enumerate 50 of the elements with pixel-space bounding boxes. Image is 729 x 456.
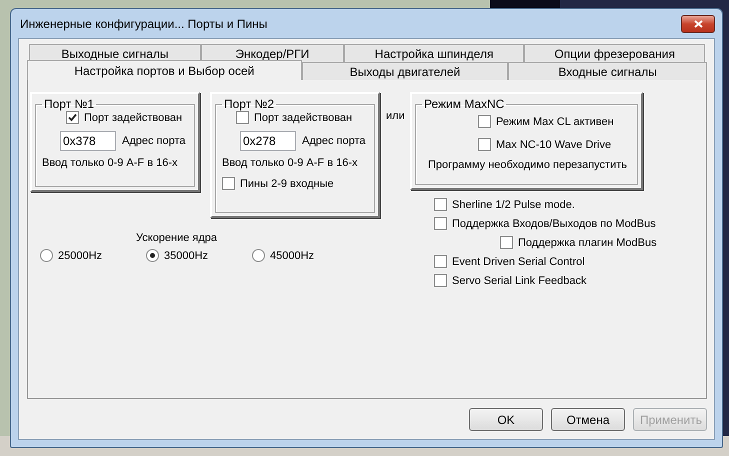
radio-option[interactable]: 25000Hz xyxy=(40,249,146,262)
section-label: Ускорение ядра xyxy=(136,232,218,244)
tab[interactable]: Энкодер/РГИ xyxy=(200,44,344,62)
tab[interactable]: Выходы двигателей xyxy=(302,62,508,80)
tab[interactable]: Настройка шпинделя xyxy=(344,44,524,62)
close-icon xyxy=(694,20,702,28)
checkbox-box[interactable] xyxy=(434,274,447,287)
checkbox[interactable]: Servo Serial Link Feedback xyxy=(434,274,657,287)
radio-option[interactable]: 35000Hz xyxy=(146,249,252,262)
checkbox-box[interactable] xyxy=(500,236,513,249)
port-address-field[interactable]: 0x278 xyxy=(240,131,296,151)
checkbox[interactable]: Порт задействован xyxy=(236,111,368,124)
dialog-button[interactable]: Отмена xyxy=(551,408,625,431)
hint-text: Ввод только 0-9 A-F в 16-х xyxy=(222,157,358,169)
field-label: Адрес порта xyxy=(122,135,186,147)
checkbox-box[interactable] xyxy=(478,138,491,151)
radio-button[interactable] xyxy=(252,249,265,262)
checkbox[interactable]: Пины 2-9 входные xyxy=(222,177,368,190)
or-label: или xyxy=(386,110,406,122)
dialog-button[interactable]: OK xyxy=(469,408,543,431)
window-title: Инженерные конфигурации... Порты и Пины xyxy=(19,16,268,30)
close-button[interactable] xyxy=(681,14,715,32)
tab[interactable]: Настройка портов и Выбор осей xyxy=(27,60,302,80)
group-title: Режим MaxNC xyxy=(423,97,506,111)
checkbox[interactable]: Max NC-10 Wave Drive xyxy=(478,138,631,151)
checkbox[interactable]: Порт задействован xyxy=(66,111,188,124)
hint-text: Ввод только 0-9 A-F в 16-х xyxy=(42,157,178,169)
checkbox-box[interactable] xyxy=(434,198,447,211)
radio-button[interactable] xyxy=(146,249,159,262)
checkmark-icon xyxy=(68,113,77,122)
checkbox[interactable]: Поддержка Входов/Выходов по ModBus xyxy=(434,217,657,230)
checkbox-box[interactable] xyxy=(434,255,447,268)
checkbox-box[interactable] xyxy=(66,111,79,124)
tab[interactable]: Опции фрезерования xyxy=(524,44,705,62)
checkbox[interactable]: Event Driven Serial Control xyxy=(434,255,657,268)
radio-button[interactable] xyxy=(40,249,53,262)
checkbox-box[interactable] xyxy=(478,115,491,128)
checkbox-box[interactable] xyxy=(434,217,447,230)
radio-option[interactable]: 45000Hz xyxy=(252,249,342,262)
checkbox-box[interactable] xyxy=(236,111,249,124)
tab[interactable]: Входные сигналы xyxy=(508,62,707,80)
field-label: Адрес порта xyxy=(302,135,366,147)
group-title: Порт №1 xyxy=(43,97,96,111)
checkbox[interactable]: Sherline 1/2 Pulse mode. xyxy=(434,198,657,211)
checkbox-box[interactable] xyxy=(222,177,235,190)
port-address-field[interactable]: 0x378 xyxy=(60,131,116,151)
checkbox[interactable]: Режим Max CL активен xyxy=(478,115,631,128)
checkbox[interactable]: Поддержка плагин ModBus xyxy=(500,236,657,249)
group-title: Порт №2 xyxy=(223,97,276,111)
note-text: Программу необходимо перезапустить xyxy=(428,159,628,171)
